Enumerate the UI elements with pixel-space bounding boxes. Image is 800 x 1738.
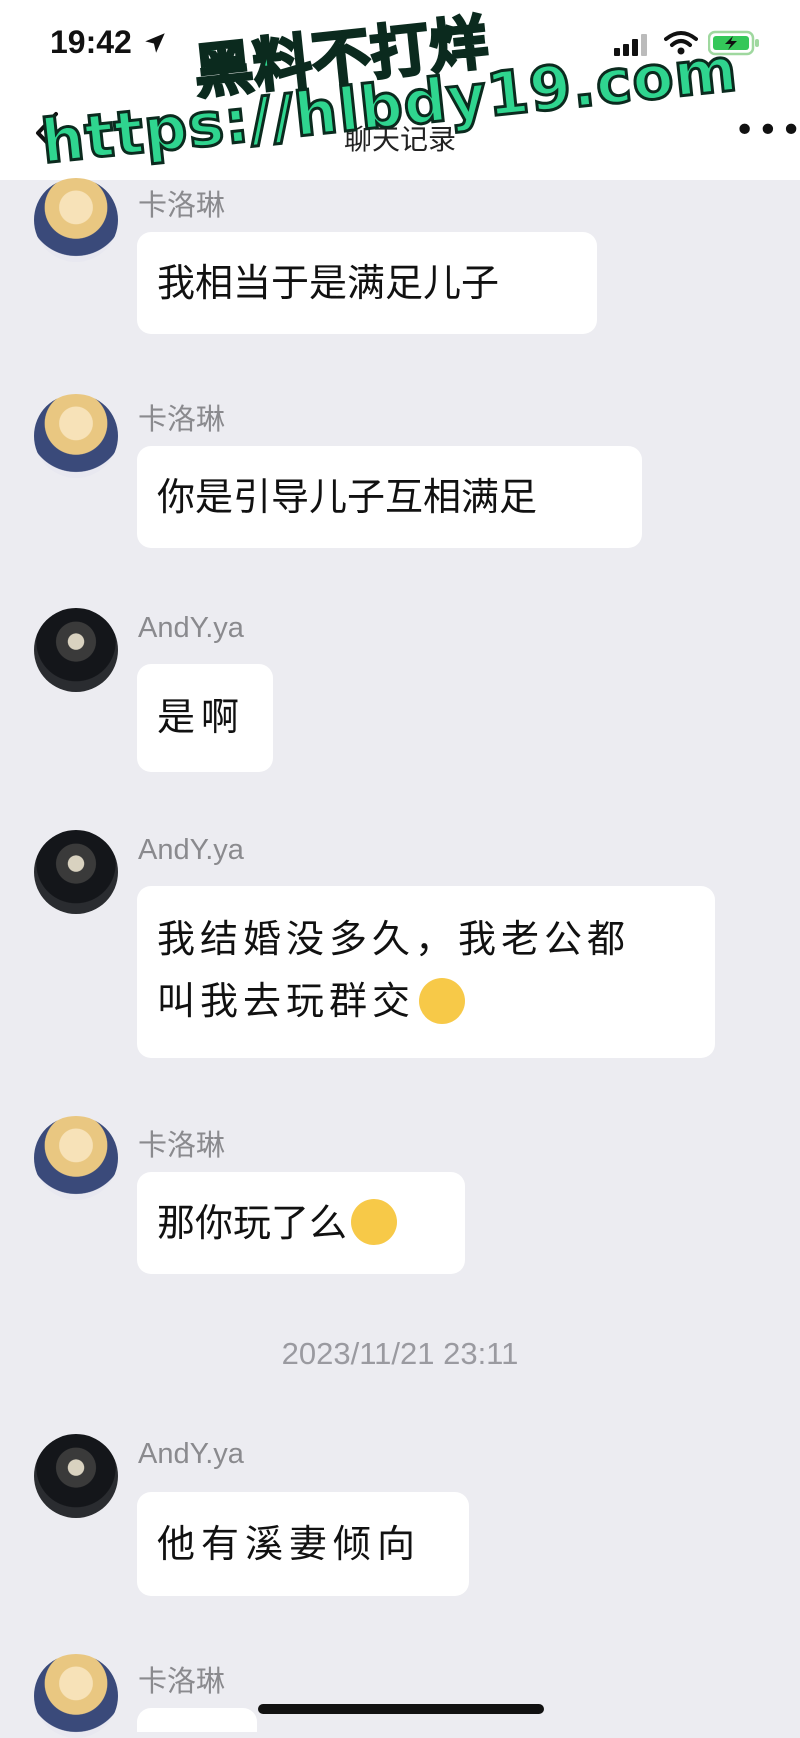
sender-name: AndY.ya	[138, 1438, 244, 1470]
sender-name: 卡洛琳	[138, 404, 226, 436]
avatar[interactable]	[34, 1434, 118, 1518]
message-text: 那你玩了么	[157, 1201, 348, 1245]
sender-name: 卡洛琳	[138, 1666, 226, 1698]
message-text: 我结婚没多久，我老公都 叫我去玩群交	[157, 917, 631, 1023]
avatar[interactable]	[34, 830, 118, 914]
more-options-icon[interactable]: •••	[734, 113, 800, 149]
sender-name: 卡洛琳	[138, 1130, 226, 1162]
sender-name: AndY.ya	[138, 834, 244, 866]
avatar[interactable]	[34, 1654, 118, 1738]
message-bubble[interactable]	[137, 1708, 257, 1732]
blushing-emoji-icon	[351, 1198, 398, 1245]
message-bubble[interactable]: 我结婚没多久，我老公都 叫我去玩群交	[137, 886, 715, 1058]
message-bubble[interactable]: 那你玩了么	[137, 1172, 465, 1274]
location-arrow-icon	[145, 33, 165, 53]
sender-name: AndY.ya	[138, 612, 244, 644]
avatar[interactable]	[34, 394, 118, 478]
home-indicator[interactable]	[258, 1704, 544, 1714]
avatar[interactable]	[34, 608, 118, 692]
sender-name: 卡洛琳	[138, 190, 226, 222]
status-time: 19:42	[50, 24, 132, 60]
avatar[interactable]	[34, 1116, 118, 1200]
avatar[interactable]	[34, 178, 118, 262]
chat-timestamp: 2023/11/21 23:11	[281, 1336, 519, 1371]
smirk-emoji-icon	[419, 977, 466, 1024]
message-bubble[interactable]: 他有溪妻倾向	[137, 1492, 469, 1596]
message-bubble[interactable]: 是啊	[137, 664, 273, 772]
message-bubble[interactable]: 你是引导儿子互相满足	[137, 446, 642, 548]
message-bubble[interactable]: 我相当于是满足儿子	[137, 232, 597, 334]
